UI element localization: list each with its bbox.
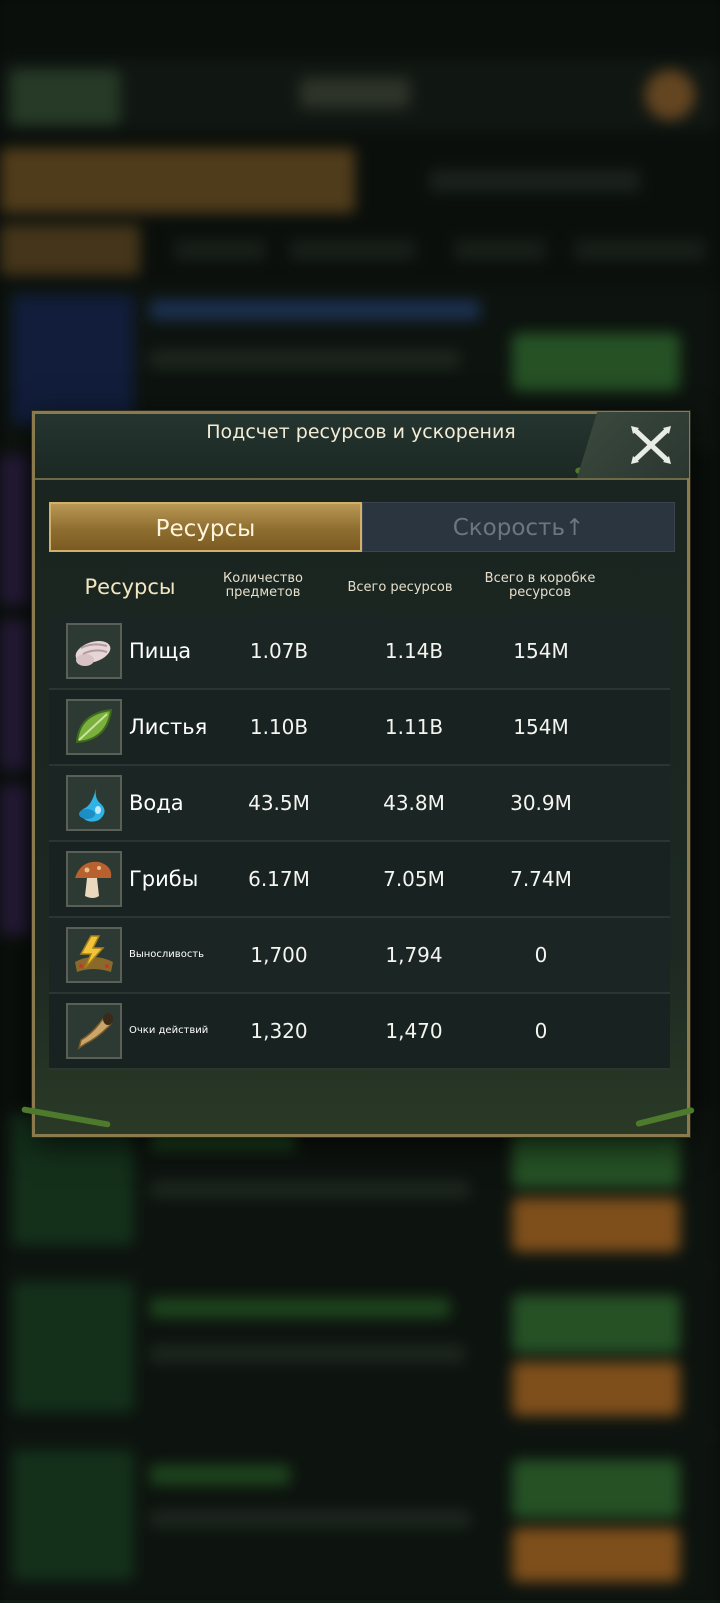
close-icon (631, 426, 671, 464)
items-count-value: 1,700 (250, 943, 308, 967)
total-value: 1.11B (384, 715, 444, 739)
items-count-value: 1,320 (250, 1019, 308, 1043)
in-box-value: 0 (534, 1019, 548, 1043)
total-value: 43.8M (383, 791, 445, 815)
leaf-icon (66, 699, 122, 755)
table-row: Вода 43.5M 43.8M 30.9M (49, 766, 670, 842)
resource-name: Пища (129, 639, 192, 663)
items-count-value: 1.10B (249, 715, 309, 739)
column-header-in-box: Всего в коробке ресурсов (484, 571, 596, 600)
food-grub-icon (66, 623, 122, 679)
dialog-title: Подсчет ресурсов и ускорения (206, 421, 516, 443)
resource-table: Пища 1.07B 1.14B 154M Листья 1.10B 1.11B… (49, 614, 670, 1070)
table-row: Грибы 6.17M 7.05M 7.74M (49, 842, 670, 918)
water-drop-icon (66, 775, 122, 831)
in-box-value: 0 (534, 943, 548, 967)
table-row: Очки действий 1,320 1,470 0 (49, 994, 670, 1070)
tab-speed[interactable]: Скорость↑ (362, 502, 675, 552)
resource-summary-dialog: Подсчет ресурсов и ускорения Ресурсы Ско… (21, 411, 695, 1137)
tab-speed-label: Скорость (452, 515, 565, 541)
stamina-icon (66, 927, 122, 983)
arrow-up-icon: ↑ (565, 515, 585, 541)
tab-resources[interactable]: Ресурсы (49, 502, 362, 552)
table-row: Выносливость 1,700 1,794 0 (49, 918, 670, 994)
column-header-total: Всего ресурсов (347, 580, 453, 595)
resource-name: Листья (129, 715, 208, 739)
items-count-value: 1.07B (249, 639, 309, 663)
tab-bar: Ресурсы Скорость↑ (49, 502, 675, 552)
items-count-value: 43.5M (248, 791, 310, 815)
table-row: Листья 1.10B 1.11B 154M (49, 690, 670, 766)
in-box-value: 154M (513, 639, 569, 663)
resource-name: Выносливость (129, 949, 205, 960)
mushroom-icon (66, 851, 122, 907)
column-header-resources: Ресурсы (84, 575, 176, 599)
resource-name: Вода (129, 791, 184, 815)
vine-decoration (21, 1106, 111, 1128)
resource-name: Очки действий (129, 1025, 209, 1036)
column-header-items-count: Количество предметов (223, 571, 303, 600)
in-box-value: 30.9M (510, 791, 572, 815)
total-value: 1,470 (385, 1019, 443, 1043)
items-count-value: 6.17M (248, 867, 310, 891)
action-horn-icon (66, 1003, 122, 1059)
table-row: Пища 1.07B 1.14B 154M (49, 614, 670, 690)
resource-name: Грибы (129, 867, 199, 891)
in-box-value: 7.74M (510, 867, 572, 891)
total-value: 1.14B (384, 639, 444, 663)
total-value: 7.05M (383, 867, 445, 891)
total-value: 1,794 (385, 943, 443, 967)
in-box-value: 154M (513, 715, 569, 739)
vine-decoration (635, 1106, 695, 1128)
